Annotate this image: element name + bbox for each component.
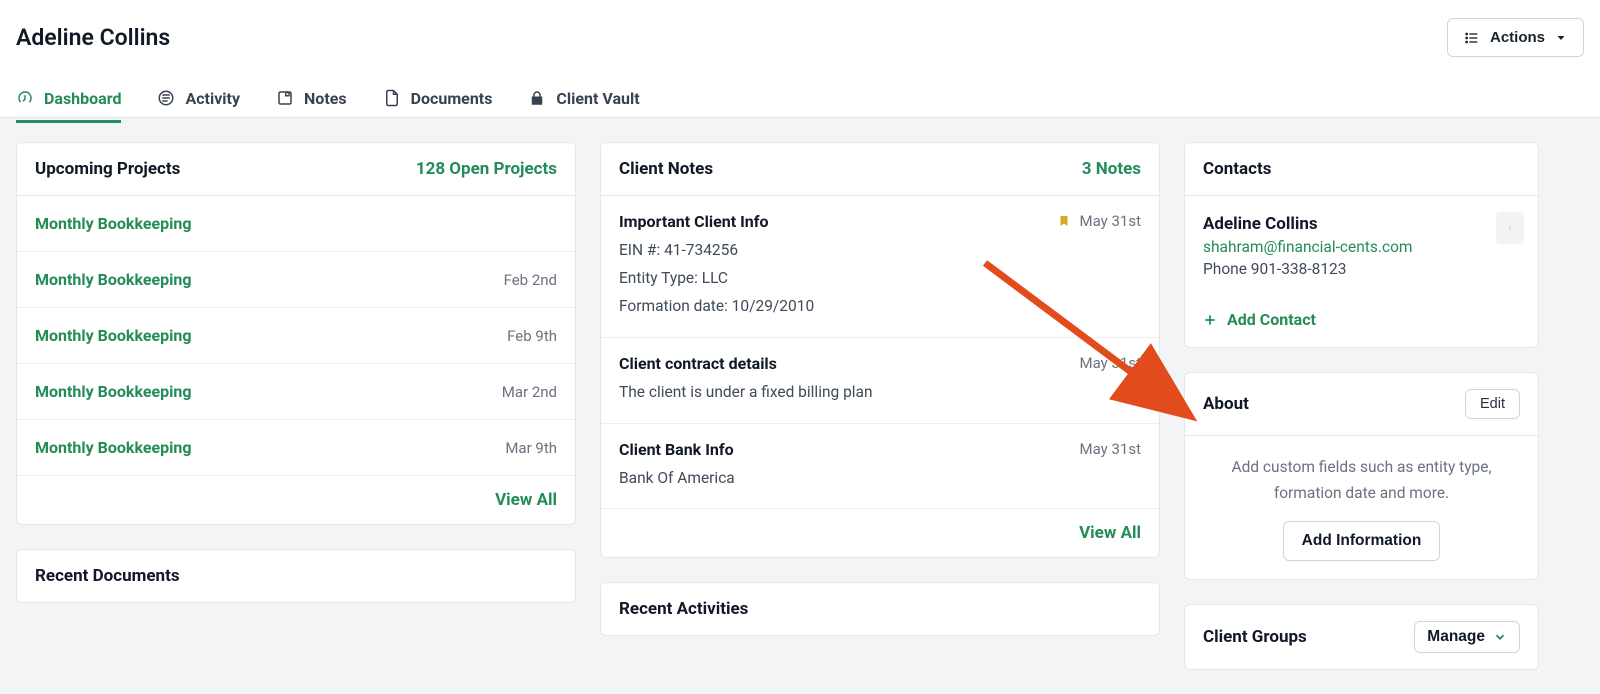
- manage-groups-button[interactable]: Manage: [1414, 621, 1520, 653]
- note-title: Client contract details: [619, 354, 777, 373]
- note-title: Important Client Info: [619, 212, 769, 231]
- chevron-down-icon: [1493, 630, 1507, 644]
- card-header: Contacts: [1185, 143, 1538, 196]
- note-body: Bank Of America: [619, 465, 1141, 493]
- note-icon: [276, 89, 294, 107]
- actions-label: Actions: [1490, 29, 1545, 46]
- card-header: Upcoming Projects 128 Open Projects: [17, 143, 575, 196]
- recent-activities-card: Recent Activities: [600, 582, 1160, 636]
- project-date: Mar 2nd: [502, 383, 557, 401]
- project-row[interactable]: Monthly Bookkeeping Mar 2nd: [17, 364, 575, 420]
- activity-icon: [157, 89, 175, 107]
- lock-icon: [528, 89, 546, 107]
- tab-client-vault[interactable]: Client Vault: [528, 77, 639, 123]
- project-date: Mar 9th: [505, 439, 557, 457]
- project-row[interactable]: Monthly Bookkeeping Feb 2nd: [17, 252, 575, 308]
- card-header: Client Notes 3 Notes: [601, 143, 1159, 196]
- client-notes-card: Client Notes 3 Notes Important Client In…: [600, 142, 1160, 558]
- card-title: Recent Activities: [619, 599, 748, 619]
- contact-email[interactable]: shahram@financial-cents.com: [1203, 238, 1520, 256]
- note-line: EIN #: 41-734256: [619, 237, 1141, 265]
- tab-dashboard[interactable]: Dashboard: [16, 77, 121, 123]
- caret-down-icon: [1555, 32, 1567, 44]
- project-row[interactable]: Monthly Bookkeeping Mar 9th: [17, 420, 575, 475]
- about-card: About Edit Add custom fields such as ent…: [1184, 372, 1539, 580]
- note-line: Formation date: 10/29/2010: [619, 293, 1141, 321]
- notes-count-link[interactable]: 3 Notes: [1082, 159, 1141, 179]
- tab-label: Dashboard: [44, 89, 121, 108]
- note-date: May 31st: [1080, 440, 1141, 458]
- card-title: Recent Documents: [35, 566, 180, 586]
- edit-about-button[interactable]: Edit: [1465, 389, 1520, 419]
- page-title: Adeline Collins: [16, 24, 170, 51]
- note-body: The client is under a fixed billing plan: [619, 379, 1141, 407]
- card-header: Recent Documents: [17, 550, 575, 602]
- card-header: About Edit: [1185, 373, 1538, 436]
- upcoming-projects-card: Upcoming Projects 128 Open Projects Mont…: [16, 142, 576, 525]
- mid-col: Client Notes 3 Notes Important Client In…: [600, 142, 1160, 670]
- gauge-icon: [16, 89, 34, 107]
- title-row: Adeline Collins Actions: [0, 0, 1600, 57]
- project-name: Monthly Bookkeeping: [35, 382, 191, 401]
- tab-label: Activity: [185, 89, 240, 108]
- card-title: Contacts: [1203, 159, 1271, 179]
- tab-label: Client Vault: [556, 89, 639, 108]
- tab-label: Documents: [411, 89, 493, 108]
- note-line: The client is under a fixed billing plan: [619, 379, 1141, 407]
- project-name: Monthly Bookkeeping: [35, 326, 191, 345]
- project-date: Feb 9th: [507, 327, 557, 345]
- topbar: Adeline Collins Actions Dashboard Activi…: [0, 0, 1600, 118]
- project-name: Monthly Bookkeeping: [35, 270, 191, 289]
- document-icon: [383, 89, 401, 107]
- open-projects-link[interactable]: 128 Open Projects: [416, 159, 557, 179]
- contact-item: Adeline Collins shahram@financial-cents.…: [1185, 196, 1538, 296]
- project-name: Monthly Bookkeeping: [35, 214, 191, 233]
- contacts-card: Contacts Adeline Collins shahram@financi…: [1184, 142, 1539, 348]
- note-line: Entity Type: LLC: [619, 265, 1141, 293]
- add-contact-button[interactable]: Add Contact: [1185, 296, 1334, 347]
- card-title: About: [1203, 394, 1249, 414]
- note-body: EIN #: 41-734256 Entity Type: LLC Format…: [619, 237, 1141, 321]
- note-item[interactable]: Client contract details May 31st The cli…: [601, 338, 1159, 424]
- tab-label: Notes: [304, 89, 347, 108]
- contact-menu-button[interactable]: [1496, 212, 1524, 244]
- note-line: Bank Of America: [619, 465, 1141, 493]
- tab-activity[interactable]: Activity: [157, 77, 240, 123]
- client-groups-card: Client Groups Manage: [1184, 604, 1539, 670]
- kebab-icon: [1508, 220, 1512, 236]
- content-grid: Upcoming Projects 128 Open Projects Mont…: [0, 118, 1600, 694]
- note-item[interactable]: Important Client Info May 31st EIN #: 41…: [601, 196, 1159, 338]
- tab-notes[interactable]: Notes: [276, 77, 347, 123]
- note-date: May 31st: [1080, 212, 1141, 230]
- project-row[interactable]: Monthly Bookkeeping: [17, 196, 575, 252]
- card-title: Upcoming Projects: [35, 159, 180, 179]
- add-contact-label: Add Contact: [1227, 310, 1316, 329]
- card-title: Client Notes: [619, 159, 713, 179]
- project-row[interactable]: Monthly Bookkeeping Feb 9th: [17, 308, 575, 364]
- note-date: May 31st: [1080, 354, 1141, 372]
- bookmark-icon: [1058, 213, 1070, 229]
- view-all-projects[interactable]: View All: [17, 475, 575, 524]
- project-date: Feb 2nd: [504, 271, 557, 289]
- card-header: Recent Activities: [601, 583, 1159, 635]
- plus-icon: [1203, 313, 1217, 327]
- card-title: Client Groups: [1203, 627, 1307, 647]
- contact-phone: Phone 901-338-8123: [1203, 260, 1520, 278]
- about-description: Add custom fields such as entity type, f…: [1185, 436, 1538, 517]
- project-name: Monthly Bookkeeping: [35, 438, 191, 457]
- recent-documents-card: Recent Documents: [16, 549, 576, 603]
- left-col: Upcoming Projects 128 Open Projects Mont…: [16, 142, 576, 670]
- card-header: Client Groups Manage: [1185, 605, 1538, 669]
- right-col: Contacts Adeline Collins shahram@financi…: [1184, 142, 1539, 670]
- note-item[interactable]: Client Bank Info May 31st Bank Of Americ…: [601, 424, 1159, 509]
- actions-button[interactable]: Actions: [1447, 18, 1584, 57]
- tab-documents[interactable]: Documents: [383, 77, 493, 123]
- contact-name: Adeline Collins: [1203, 214, 1520, 234]
- list-icon: [1464, 30, 1480, 46]
- add-information-button[interactable]: Add Information: [1283, 521, 1441, 561]
- view-all-notes[interactable]: View All: [601, 508, 1159, 557]
- tabs: Dashboard Activity Notes Documents Clien…: [0, 75, 1600, 124]
- note-title: Client Bank Info: [619, 440, 734, 459]
- manage-label: Manage: [1427, 628, 1485, 646]
